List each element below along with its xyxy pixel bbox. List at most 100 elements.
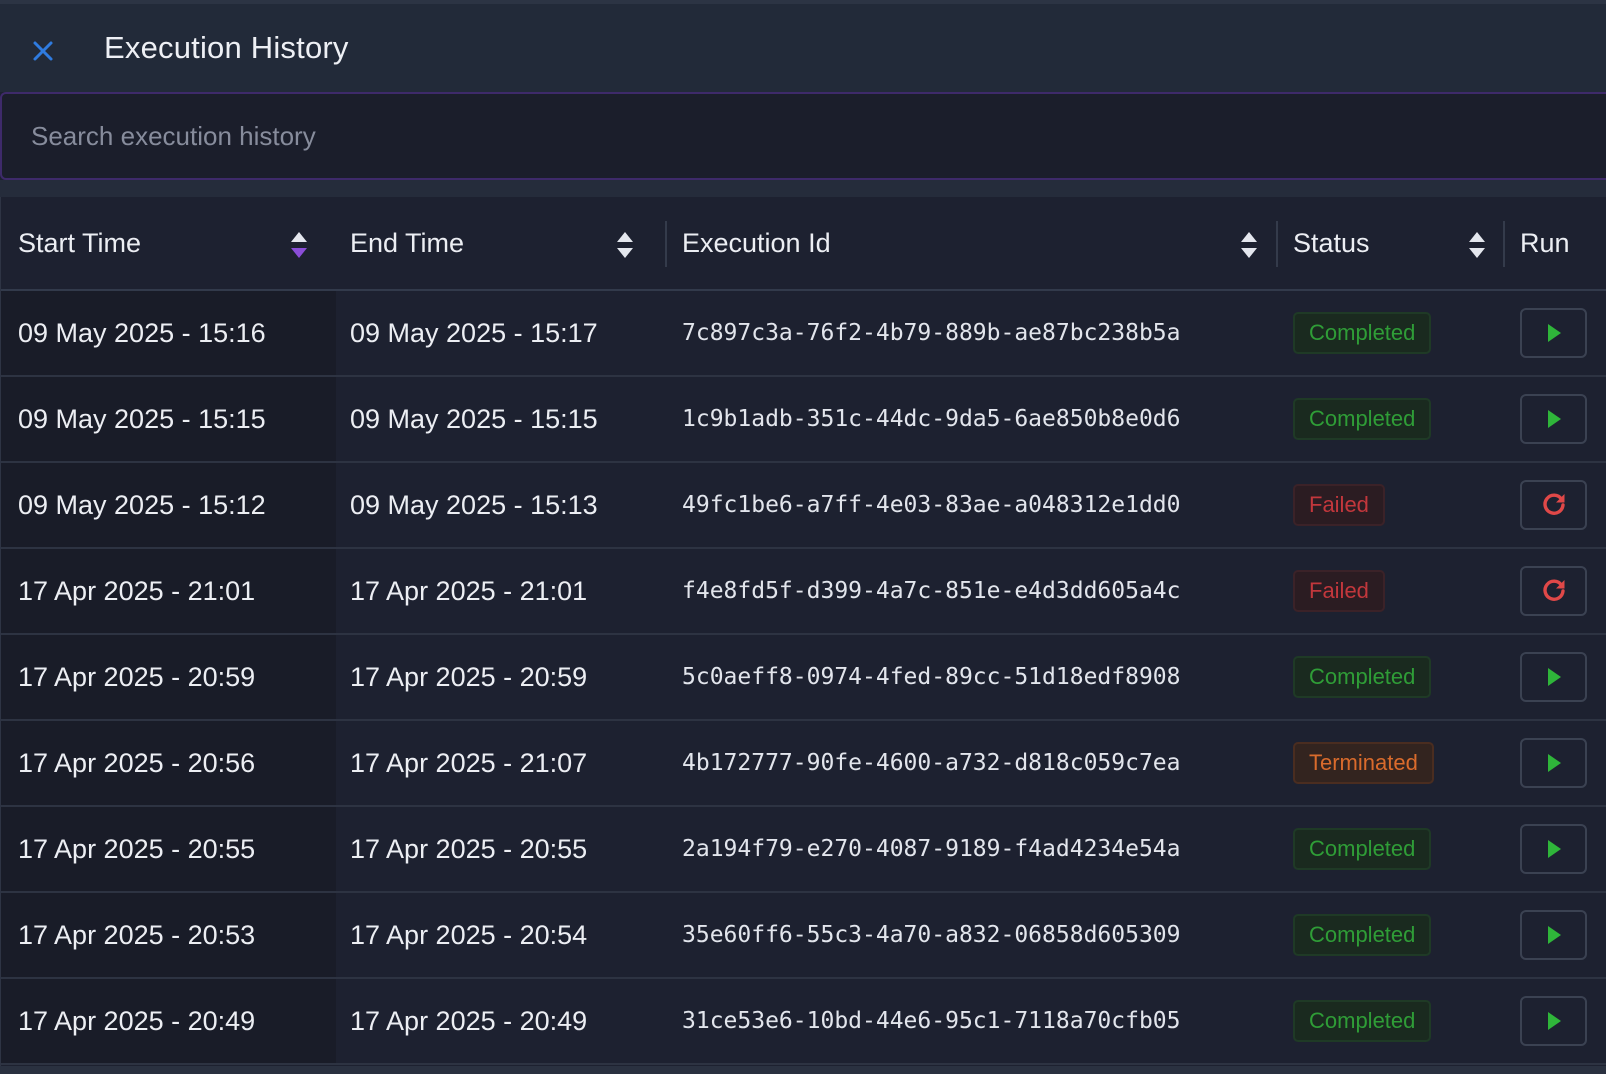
status-cell: Completed (1277, 635, 1432, 719)
end-time-cell: 17 Apr 2025 - 21:01 (350, 575, 588, 606)
play-icon (1547, 1012, 1561, 1030)
retry-icon (1542, 579, 1565, 601)
page-title: Execution History (104, 30, 349, 65)
run-button[interactable] (1520, 308, 1587, 358)
table-row[interactable]: 17 Apr 2025 - 21:01 17 Apr 2025 - 21:01 f4… (1, 549, 1606, 635)
status-cell: Completed (1277, 807, 1432, 891)
start-time-cell: 17 Apr 2025 - 20:49 (1, 979, 336, 1063)
close-button[interactable] (26, 34, 60, 68)
column-header-start-time[interactable]: Start Time (1, 197, 336, 289)
table-row[interactable]: 17 Apr 2025 - 20:56 17 Apr 2025 - 21:07 4b… (1, 721, 1606, 807)
play-icon (1547, 324, 1561, 342)
column-label: Start Time (18, 227, 142, 258)
run-cell (1520, 291, 1587, 375)
status-badge: Completed (1293, 914, 1432, 956)
table-row[interactable]: 09 May 2025 - 15:16 09 May 2025 - 15:17 7c… (1, 291, 1606, 377)
column-label: End Time (350, 227, 465, 258)
retry-icon (1542, 493, 1565, 515)
table-row[interactable]: 09 May 2025 - 15:12 09 May 2025 - 15:13 49… (1, 463, 1606, 549)
status-badge: Failed (1293, 570, 1385, 612)
end-time-cell: 09 May 2025 - 15:15 (350, 403, 598, 434)
column-label: Run (1520, 227, 1570, 258)
end-time-cell: 17 Apr 2025 - 20:59 (350, 661, 588, 692)
run-button[interactable] (1520, 824, 1587, 874)
status-cell: Completed (1277, 377, 1432, 461)
start-time-cell: 09 May 2025 - 15:15 (1, 377, 336, 461)
start-time-cell: 17 Apr 2025 - 21:01 (1, 549, 336, 633)
run-cell (1520, 463, 1587, 547)
run-button[interactable] (1520, 738, 1587, 788)
start-time-cell: 17 Apr 2025 - 20:53 (1, 893, 336, 977)
bottom-border (0, 1066, 1606, 1074)
start-time-cell: 09 May 2025 - 15:16 (1, 291, 336, 375)
start-time-cell: 17 Apr 2025 - 20:59 (1, 635, 336, 719)
retry-button[interactable] (1520, 480, 1587, 530)
run-cell (1520, 377, 1587, 461)
start-time-cell: 17 Apr 2025 - 20:56 (1, 721, 336, 805)
execution-id-cell: 49fc1be6-a7ff-4e03-83ae-a048312e1dd0 (682, 492, 1181, 518)
table-body: 09 May 2025 - 15:16 09 May 2025 - 15:17 7c… (1, 291, 1606, 1065)
start-time-cell: 09 May 2025 - 15:12 (1, 463, 336, 547)
end-time-cell: 17 Apr 2025 - 20:54 (350, 919, 588, 950)
run-cell (1520, 893, 1587, 977)
column-label: Status (1293, 227, 1370, 258)
column-header-run: Run (1504, 197, 1606, 289)
execution-history-panel: Execution History Start Time End Time (0, 0, 1606, 1074)
search-box (0, 92, 1606, 180)
status-badge: Completed (1293, 828, 1432, 870)
divider (0, 180, 1606, 197)
run-button[interactable] (1520, 394, 1587, 444)
sort-icon[interactable] (1239, 230, 1259, 260)
sort-icon[interactable] (615, 230, 635, 260)
status-badge: Completed (1293, 656, 1432, 698)
column-label: Execution Id (682, 227, 831, 258)
play-icon (1547, 410, 1561, 428)
panel-header: Execution History (0, 0, 1606, 92)
execution-table: Start Time End Time Execution Id Status … (0, 197, 1606, 1067)
table-row[interactable]: 09 May 2025 - 15:15 09 May 2025 - 15:15 1c… (1, 377, 1606, 463)
end-time-cell: 09 May 2025 - 15:17 (350, 317, 598, 348)
execution-id-cell: 7c897c3a-76f2-4b79-889b-ae87bc238b5a (682, 320, 1181, 346)
column-header-execution-id[interactable]: Execution Id (666, 197, 1277, 289)
execution-id-cell: 1c9b1adb-351c-44dc-9da5-6ae850b8e0d6 (682, 406, 1181, 432)
status-cell: Failed (1277, 549, 1385, 633)
table-row[interactable]: 17 Apr 2025 - 20:49 17 Apr 2025 - 20:49 31… (1, 979, 1606, 1065)
retry-button[interactable] (1520, 566, 1587, 616)
status-badge: Completed (1293, 398, 1432, 440)
execution-id-cell: 4b172777-90fe-4600-a732-d818c059c7ea (682, 750, 1181, 776)
status-cell: Failed (1277, 463, 1385, 547)
run-cell (1520, 549, 1587, 633)
run-cell (1520, 979, 1587, 1063)
end-time-cell: 09 May 2025 - 15:13 (350, 489, 598, 520)
play-icon (1547, 754, 1561, 772)
status-cell: Completed (1277, 893, 1432, 977)
sort-icon[interactable] (289, 230, 309, 260)
run-cell (1520, 721, 1587, 805)
execution-id-cell: f4e8fd5f-d399-4a7c-851e-e4d3dd605a4c (682, 578, 1181, 604)
run-button[interactable] (1520, 910, 1587, 960)
start-time-cell: 17 Apr 2025 - 20:55 (1, 807, 336, 891)
status-cell: Completed (1277, 291, 1432, 375)
close-icon (33, 41, 53, 61)
status-cell: Terminated (1277, 721, 1434, 805)
column-header-status[interactable]: Status (1277, 197, 1504, 289)
end-time-cell: 17 Apr 2025 - 21:07 (350, 747, 588, 778)
status-cell: Completed (1277, 979, 1432, 1063)
run-button[interactable] (1520, 652, 1587, 702)
table-row[interactable]: 17 Apr 2025 - 20:59 17 Apr 2025 - 20:59 5c… (1, 635, 1606, 721)
play-icon (1547, 840, 1561, 858)
execution-id-cell: 2a194f79-e270-4087-9189-f4ad4234e54a (682, 836, 1181, 862)
end-time-cell: 17 Apr 2025 - 20:55 (350, 833, 588, 864)
table-row[interactable]: 17 Apr 2025 - 20:55 17 Apr 2025 - 20:55 2a… (1, 807, 1606, 893)
status-badge: Completed (1293, 1000, 1432, 1042)
table-row[interactable]: 17 Apr 2025 - 20:53 17 Apr 2025 - 20:54 35… (1, 893, 1606, 979)
execution-id-cell: 31ce53e6-10bd-44e6-95c1-7118a70cfb05 (682, 1008, 1181, 1034)
run-button[interactable] (1520, 996, 1587, 1046)
play-icon (1547, 926, 1561, 944)
search-input[interactable] (2, 94, 1606, 178)
execution-id-cell: 35e60ff6-55c3-4a70-a832-06858d605309 (682, 922, 1181, 948)
sort-icon[interactable] (1467, 230, 1487, 260)
end-time-cell: 17 Apr 2025 - 20:49 (350, 1005, 588, 1036)
play-icon (1547, 668, 1561, 686)
column-header-end-time[interactable]: End Time (336, 197, 666, 289)
